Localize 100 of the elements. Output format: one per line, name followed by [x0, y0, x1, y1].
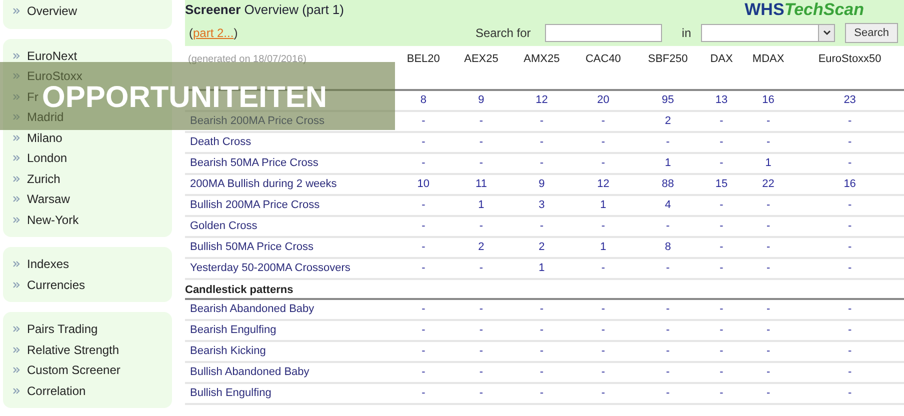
table-cell: - — [796, 299, 904, 320]
table-cell: - — [452, 258, 511, 279]
table-cell: 2 — [634, 111, 702, 132]
table-cell: - — [452, 320, 511, 341]
table-cell: - — [702, 132, 741, 153]
table-cell: - — [702, 341, 741, 362]
column-header: SBF250 — [647, 52, 689, 67]
table-cell: 8 — [395, 90, 452, 111]
table-cell: - — [395, 153, 452, 174]
table-cell: - — [740, 195, 796, 216]
table-cell: - — [395, 195, 452, 216]
table-cell: 16 — [796, 174, 904, 195]
market-select[interactable] — [701, 24, 836, 42]
column-header: AMX25 — [522, 52, 561, 67]
table-cell: - — [510, 216, 573, 237]
sidebar-link[interactable]: Pairs Trading — [27, 320, 98, 338]
sidebar-link[interactable]: Zurich — [27, 170, 60, 188]
table-cell: - — [395, 111, 452, 132]
table-cell: 9 — [510, 174, 573, 195]
double-chevron-icon — [13, 134, 20, 141]
sidebar-link[interactable]: Custom Screener — [27, 361, 120, 380]
table-cell: - — [702, 258, 741, 279]
pattern-link[interactable]: Bearish 50MA Price Cross — [190, 157, 318, 170]
table-cell: - — [634, 132, 702, 153]
table-cell: - — [740, 299, 796, 320]
pattern-link[interactable]: Yesterday 50-200MA Crossovers — [190, 262, 350, 274]
pattern-link[interactable]: 200MA Bullish during 2 weeks — [190, 178, 337, 190]
table-cell: 88 — [634, 174, 702, 195]
sidebar-link[interactable]: Warsaw — [27, 190, 70, 208]
table-cell: - — [452, 341, 511, 362]
pattern-link[interactable]: Bullish 200MA Price Cross — [190, 199, 320, 212]
sidebar-link[interactable]: Relative Strength — [27, 340, 120, 359]
table-cell: 10 — [395, 174, 452, 195]
sidebar-link[interactable]: Overview — [27, 2, 78, 20]
paren-text: ) — [234, 25, 238, 42]
table-cell: - — [395, 320, 452, 341]
table-cell: - — [740, 320, 796, 341]
logo-text: WHS — [744, 0, 784, 20]
table-cell: - — [634, 258, 702, 279]
table-cell: - — [796, 320, 904, 341]
table-cell: - — [702, 237, 741, 258]
table-cell: - — [740, 362, 796, 383]
table-cell: 12 — [572, 174, 634, 195]
table-cell: - — [510, 111, 573, 132]
table-cell: - — [702, 320, 741, 341]
table-cell: - — [452, 299, 511, 320]
table-cell: - — [796, 216, 904, 237]
sidebar-link[interactable]: Indexes — [27, 255, 70, 274]
table-cell: - — [740, 132, 796, 153]
table-cell: - — [395, 132, 452, 153]
table-cell: - — [510, 362, 573, 383]
table-cell: - — [740, 383, 796, 404]
pattern-link[interactable]: Death Cross — [190, 136, 252, 148]
table-cell: - — [572, 341, 634, 362]
pattern-link[interactable]: Bearish Kicking — [190, 345, 266, 358]
table-cell: 1 — [572, 237, 634, 258]
double-chevron-icon — [13, 8, 20, 14]
table-cell: - — [702, 111, 741, 132]
double-chevron-icon — [13, 346, 20, 353]
logo-text: TechScan — [784, 0, 864, 20]
sidebar-link[interactable]: EuroNext — [27, 46, 78, 65]
sidebar-link[interactable]: Currencies — [27, 276, 86, 294]
table-cell: - — [702, 383, 741, 404]
table-cell: - — [572, 153, 634, 174]
column-header: CAC40 — [584, 52, 622, 67]
table-cell: 1 — [452, 195, 511, 216]
table-cell: - — [572, 111, 634, 132]
double-chevron-icon — [13, 176, 20, 182]
search-field[interactable] — [544, 24, 662, 42]
table-cell: - — [796, 132, 904, 153]
table-cell: - — [395, 383, 452, 404]
table-cell: - — [395, 258, 452, 279]
double-chevron-icon — [13, 73, 20, 80]
pattern-link[interactable]: Bullish Engulfing — [190, 387, 272, 400]
table-cell: - — [740, 341, 796, 362]
pattern-link[interactable]: Bearish Engulfing — [190, 324, 276, 336]
sidebar-link[interactable]: New-York — [27, 210, 79, 229]
search-button[interactable]: Search — [845, 23, 898, 43]
pattern-link[interactable]: Bullish 50MA Price Cross — [190, 241, 314, 254]
pattern-link[interactable]: Golden Cross — [190, 220, 258, 232]
table-cell: - — [796, 341, 904, 362]
table-cell: - — [510, 383, 573, 404]
table-cell: 9 — [452, 90, 511, 111]
generated-date: (generated on 18/07/2016) — [187, 52, 308, 66]
sidebar-link[interactable]: London — [27, 149, 68, 168]
table-cell: - — [634, 216, 702, 237]
table-cell: - — [510, 320, 573, 341]
table-cell: 1 — [572, 195, 634, 216]
sidebar-link[interactable]: Milano — [27, 128, 62, 147]
table-cell: - — [452, 132, 511, 153]
table-cell: - — [572, 258, 634, 279]
table-cell: - — [395, 216, 452, 237]
pattern-link[interactable]: Bullish Abandoned Baby — [190, 366, 310, 378]
table-cell: - — [634, 362, 702, 383]
table-cell: - — [395, 341, 452, 362]
sidebar-link[interactable]: Correlation — [27, 382, 86, 400]
table-cell: - — [634, 383, 702, 404]
double-chevron-icon — [13, 367, 20, 374]
pattern-link[interactable]: Bearish Abandoned Baby — [190, 303, 314, 316]
table-cell: - — [572, 299, 634, 320]
